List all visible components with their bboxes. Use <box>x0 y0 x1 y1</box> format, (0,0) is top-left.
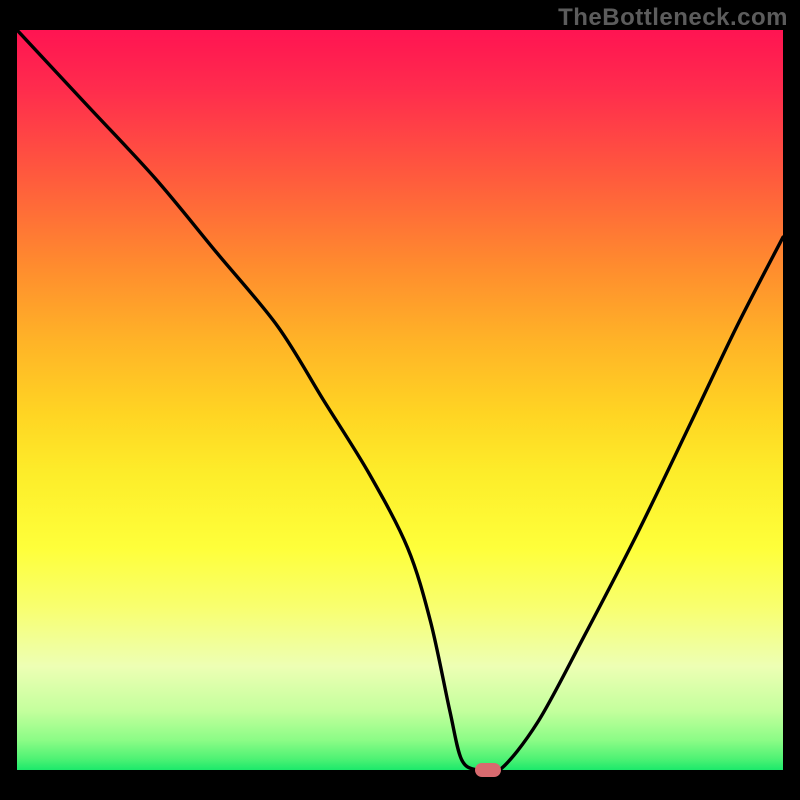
plot-area <box>17 30 783 770</box>
watermark-text: TheBottleneck.com <box>558 4 788 32</box>
optimal-marker <box>475 763 501 777</box>
curve-svg <box>17 30 783 770</box>
chart-frame: TheBottleneck.com <box>0 0 800 800</box>
bottleneck-curve <box>17 30 783 770</box>
